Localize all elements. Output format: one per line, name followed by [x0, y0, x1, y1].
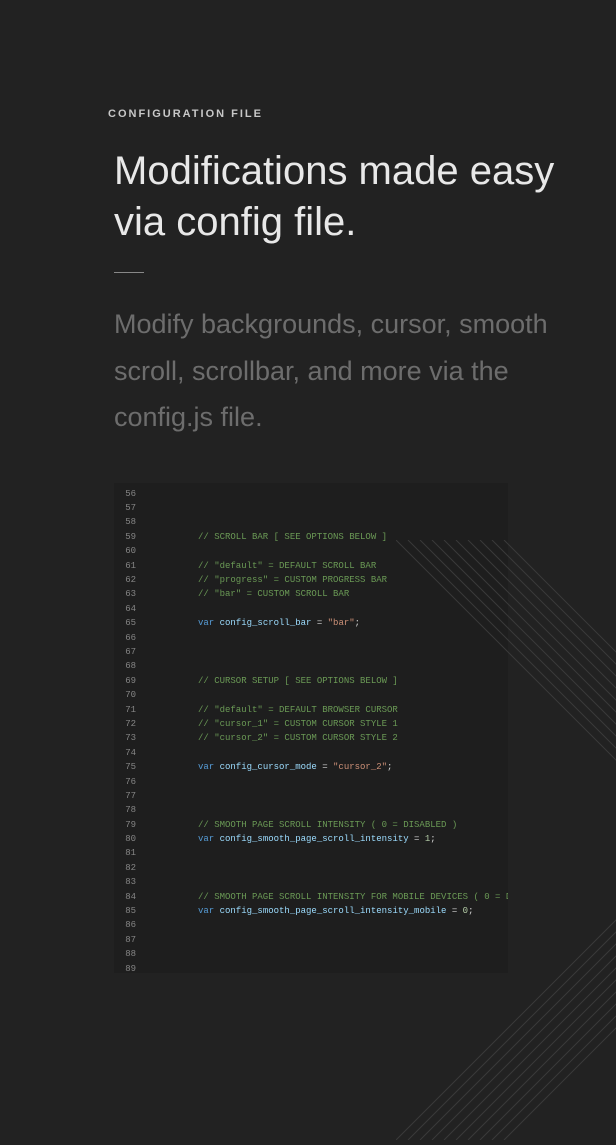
line-number: 74	[114, 746, 142, 760]
line-number: 76	[114, 775, 142, 789]
code-line	[198, 544, 508, 558]
code-line	[198, 688, 508, 702]
line-number: 84	[114, 890, 142, 904]
line-number: 64	[114, 602, 142, 616]
line-number: 56	[114, 487, 142, 501]
code-area: // SCROLL BAR [ SEE OPTIONS BELOW ] // "d…	[142, 483, 508, 973]
line-number: 65	[114, 616, 142, 630]
line-number: 61	[114, 559, 142, 573]
line-number: 73	[114, 731, 142, 745]
line-number: 58	[114, 515, 142, 529]
code-line: // CURSOR SETUP [ SEE OPTIONS BELOW ]	[198, 674, 508, 688]
code-line: var config_cursor_mode = "cursor_2";	[198, 760, 508, 774]
line-number: 57	[114, 501, 142, 515]
code-line	[198, 803, 508, 817]
code-line	[198, 746, 508, 760]
line-number: 63	[114, 587, 142, 601]
code-line: // SCROLL BAR [ SEE OPTIONS BELOW ]	[198, 530, 508, 544]
subheadline: Modify backgrounds, cursor, smooth scrol…	[114, 301, 566, 440]
line-number: 69	[114, 674, 142, 688]
line-number: 71	[114, 703, 142, 717]
section-eyebrow: CONFIGURATION FILE	[108, 108, 566, 120]
code-line: // "cursor_1" = CUSTOM CURSOR STYLE 1	[198, 717, 508, 731]
code-line	[198, 501, 508, 515]
code-line: // "bar" = CUSTOM SCROLL BAR	[198, 587, 508, 601]
line-number: 60	[114, 544, 142, 558]
code-line	[198, 846, 508, 860]
line-number: 67	[114, 645, 142, 659]
line-number: 87	[114, 933, 142, 947]
line-number: 88	[114, 947, 142, 961]
code-line: // "progress" = CUSTOM PROGRESS BAR	[198, 573, 508, 587]
line-number: 78	[114, 803, 142, 817]
code-line	[198, 775, 508, 789]
line-number: 75	[114, 760, 142, 774]
code-line	[198, 659, 508, 673]
line-number: 81	[114, 846, 142, 860]
line-number: 79	[114, 818, 142, 832]
code-line: var config_smooth_page_scroll_intensity_…	[198, 904, 508, 918]
line-number: 66	[114, 631, 142, 645]
headline: Modifications made easy via config file.	[114, 146, 566, 248]
code-line	[198, 515, 508, 529]
code-line	[198, 918, 508, 932]
code-line	[198, 933, 508, 947]
code-line: // "cursor_2" = CUSTOM CURSOR STYLE 2	[198, 731, 508, 745]
code-editor-screenshot: 5657585960616263646566676869707172737475…	[114, 483, 508, 973]
code-line	[198, 875, 508, 889]
code-line	[198, 789, 508, 803]
line-number: 62	[114, 573, 142, 587]
code-line	[198, 962, 508, 973]
code-line: // SMOOTH PAGE SCROLL INTENSITY FOR MOBI…	[198, 890, 508, 904]
line-number: 89	[114, 962, 142, 973]
code-line	[198, 602, 508, 616]
line-number: 82	[114, 861, 142, 875]
line-number: 68	[114, 659, 142, 673]
code-line: // SMOOTH PAGE SCROLL INTENSITY ( 0 = DI…	[198, 818, 508, 832]
line-number: 83	[114, 875, 142, 889]
line-number: 59	[114, 530, 142, 544]
divider	[114, 272, 144, 273]
code-line: var config_smooth_page_scroll_intensity …	[198, 832, 508, 846]
line-number: 70	[114, 688, 142, 702]
code-line	[198, 487, 508, 501]
line-number: 72	[114, 717, 142, 731]
code-line	[198, 631, 508, 645]
line-number: 77	[114, 789, 142, 803]
line-number: 86	[114, 918, 142, 932]
code-line: // "default" = DEFAULT SCROLL BAR	[198, 559, 508, 573]
line-number: 80	[114, 832, 142, 846]
code-line	[198, 947, 508, 961]
code-line	[198, 645, 508, 659]
code-line: // "default" = DEFAULT BROWSER CURSOR	[198, 703, 508, 717]
code-line: var config_scroll_bar = "bar";	[198, 616, 508, 630]
code-line	[198, 861, 508, 875]
line-number: 85	[114, 904, 142, 918]
line-number-gutter: 5657585960616263646566676869707172737475…	[114, 483, 142, 973]
